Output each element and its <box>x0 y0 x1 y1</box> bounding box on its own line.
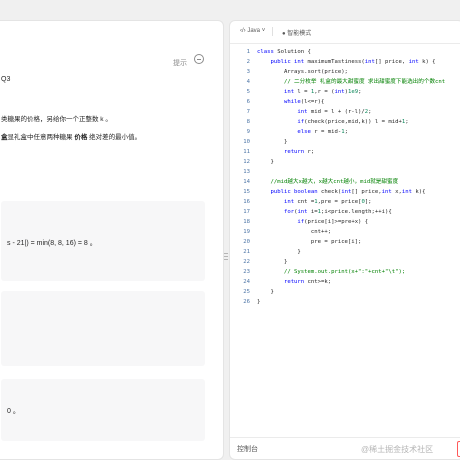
line-number: 1 <box>246 49 250 55</box>
example-3-box: 0 。 <box>1 379 205 441</box>
code-text: } <box>257 139 288 145</box>
code-text: //mid越大x越大，x越大cnt越小，mid就是甜蜜度 <box>270 179 399 185</box>
code-text: int l = 1,r = (int)1e9; <box>283 89 362 95</box>
line-number: 24 <box>243 279 250 285</box>
code-text: if(check(price,mid,k)) l = mid+1; <box>297 119 409 125</box>
code-editor-panel: ‹/› Java ˅ ● 智能模式 1 class Solution { 2 pub… <box>229 20 460 460</box>
line-number: 16 <box>243 199 250 205</box>
line-number: 19 <box>243 229 250 235</box>
line-number: 14 <box>243 179 250 185</box>
description-text: 类糖果的价格，另给你一个正整数 k 。 <box>1 116 112 123</box>
line-number: 4 <box>246 79 250 85</box>
code-text: public boolean check(int[] price,int x,i… <box>270 189 426 195</box>
description-post: 绝对差的最小值。 <box>89 134 142 141</box>
line-number: 11 <box>243 149 250 155</box>
line-number: 17 <box>243 209 250 215</box>
code-text: Arrays.sort(price); <box>257 69 348 75</box>
line-number: 8 <box>246 119 250 125</box>
mode-label: 智能模式 <box>287 31 312 37</box>
editor-toolbar: ‹/› Java ˅ ● 智能模式 <box>230 21 460 44</box>
line-number: 15 <box>243 189 250 195</box>
chevron-down-icon: ˅ <box>261 28 266 34</box>
line-number: 6 <box>246 99 250 105</box>
console-toggle[interactable]: 控制台 <box>237 444 258 454</box>
line-number: 9 <box>246 129 250 135</box>
line-number: 20 <box>243 239 250 245</box>
line-number: 26 <box>243 299 250 305</box>
toolbar-divider <box>272 27 273 36</box>
description-line-2: 盒显礼盒中任意两种糖果 价格 绝对差的最小值。 <box>1 131 141 141</box>
description-line-1: 类糖果的价格，另给你一个正整数 k 。 <box>1 113 112 123</box>
code-text: } <box>257 159 274 165</box>
example-3-explanation: 0 。 <box>7 408 20 415</box>
line-number: 10 <box>243 139 250 145</box>
line-number: 22 <box>243 259 250 265</box>
console-bar: 控制台 @稀土掘金技术社区 00 <box>230 437 460 459</box>
code-text: int mid = l + (r-l)/2; <box>297 109 372 115</box>
code-text: return r; <box>283 149 315 155</box>
language-selector[interactable]: ‹/› Java ˅ <box>240 28 265 34</box>
lock-icon: ● <box>282 31 286 37</box>
line-number: 5 <box>246 89 250 95</box>
line-number: 2 <box>246 59 250 65</box>
language-label: Java <box>247 28 261 34</box>
question-number: Q3 <box>1 76 11 83</box>
hint-button[interactable]: 提示 <box>173 58 187 68</box>
line-number: 18 <box>243 219 250 225</box>
smart-mode-toggle[interactable]: ● 智能模式 <box>282 28 311 37</box>
code-text: if(price[i]>=pre+x) { <box>297 219 369 225</box>
example-2-box <box>1 291 205 366</box>
code-text: } <box>257 299 261 305</box>
code-text: // System.out.print(x+":"+cnt+"\t"); <box>283 269 406 275</box>
code-text: cnt++; <box>257 229 332 235</box>
code-text: // 二分枚举 礼盒的最大甜蜜度 求出甜蜜度下能选出的个数cnt <box>283 79 446 85</box>
line-number: 21 <box>243 249 250 255</box>
description-mid: 显礼盒中任意两种糖果 <box>7 134 73 141</box>
line-number: 13 <box>243 169 250 175</box>
code-text: pre = price[i]; <box>257 239 362 245</box>
code-text: } <box>257 249 301 255</box>
code-text: for(int i=1;i<price.length;++i){ <box>283 209 392 215</box>
code-editor[interactable]: 1 class Solution { 2 public int maximumTas… <box>230 48 460 448</box>
line-number: 25 <box>243 289 250 295</box>
description-bold-price: 价格 <box>74 134 88 141</box>
code-text: public int maximumTastiness(int[] price,… <box>270 59 436 65</box>
line-number: 23 <box>243 269 250 275</box>
code-text: int cnt =1,pre = price[0]; <box>283 199 372 205</box>
example-1-explanation: s - 21|) = min(8, 8, 16) = 8 。 <box>7 240 97 247</box>
line-number: 3 <box>246 69 250 75</box>
code-text: return cnt>=k; <box>283 279 332 285</box>
code-icon: ‹/› <box>240 28 246 34</box>
code-text: while(l<=r){ <box>283 99 325 105</box>
more-options-icon[interactable] <box>194 54 204 64</box>
code-text: class Solution { <box>257 49 311 55</box>
watermark: @稀土掘金技术社区 <box>361 445 434 454</box>
code-text: else r = mid-1; <box>297 129 348 135</box>
line-number: 12 <box>243 159 250 165</box>
code-text: } <box>257 259 288 265</box>
problem-panel: 提示 Q3 类糖果的价格，另给你一个正整数 k 。 盒显礼盒中任意两种糖果 价格… <box>0 20 224 460</box>
line-number: 7 <box>246 109 250 115</box>
example-1-box: s - 21|) = min(8, 8, 16) = 8 。 <box>1 201 205 281</box>
code-text: } <box>257 289 274 295</box>
